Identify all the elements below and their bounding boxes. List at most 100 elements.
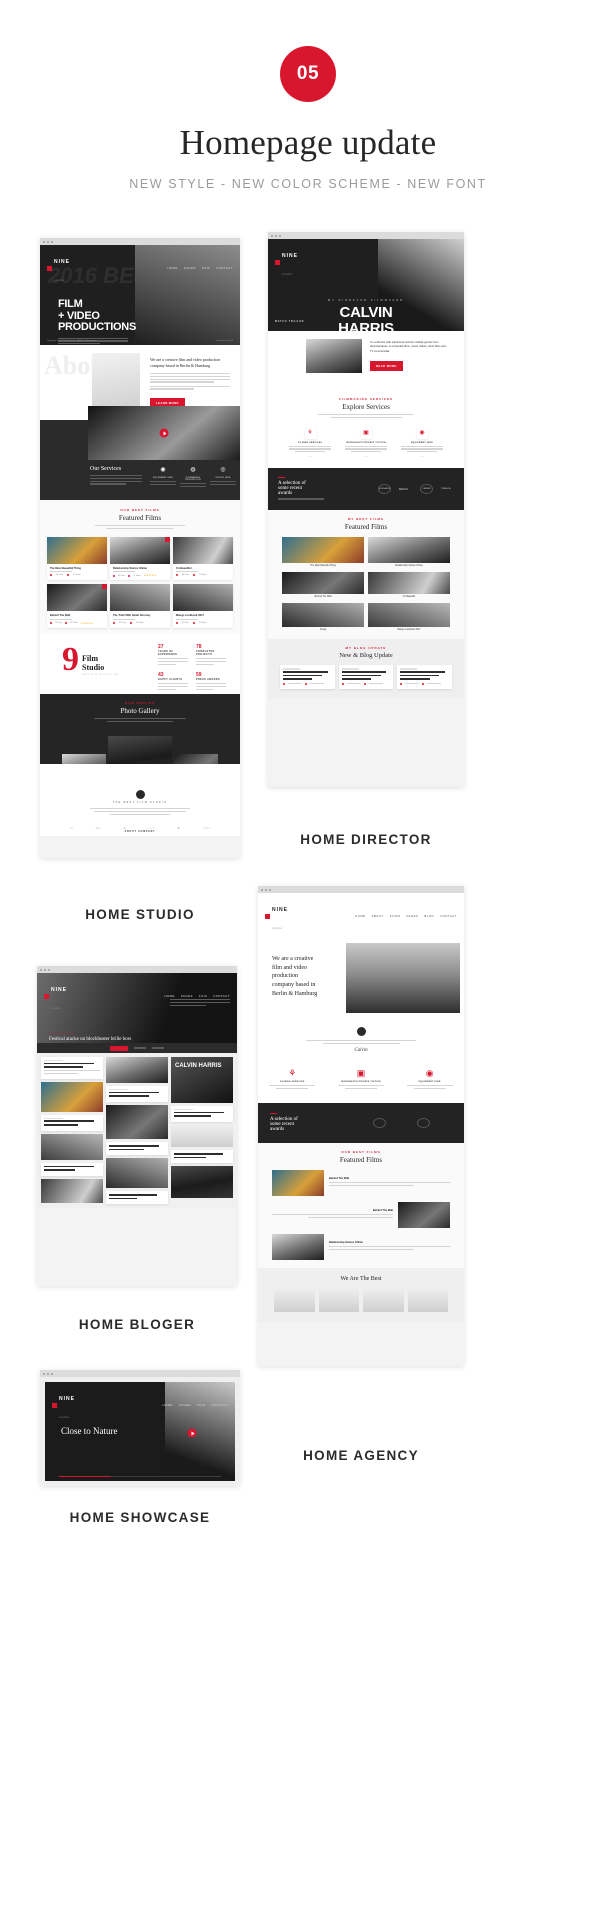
film-card[interactable]: I'm Beautiful 88 Likes 12 Share — [173, 536, 233, 581]
director-intro-button[interactable]: READ MORE — [370, 360, 403, 371]
director-service-item-2[interactable]: ◉ EQUIPMENT HIRE → — [401, 427, 443, 458]
showcase-nav-links[interactable]: HOME PAGES FILM CONTACT — [162, 1403, 228, 1407]
showcase-nav[interactable]: NINE studio HOME PAGES FILM CONTACT — [45, 1382, 235, 1428]
film-card[interactable]: I'm Beautiful — [368, 572, 450, 598]
film-card[interactable]: Behind The Wall — [282, 572, 364, 598]
nav-item-film[interactable]: FILM — [202, 266, 210, 270]
film-shares: 17 Share — [73, 574, 81, 577]
film-card[interactable]: The Most Beautiful Thing 94 Likes 17 Sha… — [47, 536, 107, 581]
nav-item-pages[interactable]: PAGES — [184, 266, 196, 270]
post-card[interactable] — [171, 1106, 233, 1122]
team-member[interactable] — [318, 1287, 359, 1312]
blog-card[interactable] — [280, 665, 335, 689]
nav-item-contact[interactable]: CONTACT — [213, 994, 230, 998]
film-card[interactable]: Relationship Stories Online 56 Likes 27 … — [110, 536, 170, 581]
mockup-home-director[interactable]: NINE studio MY DIRECTOR FILMMAKER CALVIN… — [268, 232, 464, 787]
studio-about-heading: We are a creative film and video product… — [150, 357, 221, 368]
director-service-item-1[interactable]: ▣ WORKSHOPS PRIVATE TUITION → — [345, 427, 387, 458]
nav-item-home[interactable]: HOME — [355, 914, 365, 918]
agency-nav[interactable]: NINE studio HOME ABOUT FILMS PAGES BLOG … — [258, 893, 464, 939]
post-card[interactable] — [41, 1114, 103, 1131]
nav-item-pages[interactable]: PAGES — [179, 1403, 191, 1407]
agency-logo[interactable]: NINE studio — [265, 898, 288, 934]
film-card[interactable]: The Most Beautiful Thing — [282, 537, 364, 567]
mockup-home-studio[interactable]: 2016 BEST OF THE BEST NINE studio HOME P… — [40, 238, 240, 858]
nav-item-pages[interactable]: PAGES — [406, 914, 418, 918]
film-thumb[interactable] — [398, 1201, 450, 1228]
post-photo[interactable] — [106, 1057, 168, 1083]
film-card[interactable]: The Truth With Sarah Attorney 61 Likes 1… — [110, 584, 170, 628]
team-member[interactable] — [274, 1287, 315, 1312]
post-photo[interactable] — [41, 1133, 103, 1160]
agency-service-item-0[interactable]: ⚘ FILMING SERVICES — [269, 1068, 316, 1091]
nav-item-home[interactable]: HOME — [164, 994, 174, 998]
showcase-logo[interactable]: NINE studio — [52, 1387, 75, 1423]
blog-card[interactable] — [338, 665, 394, 689]
post-card[interactable] — [106, 1086, 168, 1102]
nav-item-home[interactable]: HOME — [167, 266, 177, 270]
nav-item-film[interactable]: FILM — [197, 1403, 205, 1407]
studio-nav[interactable]: NINE studio HOME PAGES FILM CONTACT — [40, 245, 240, 291]
post-card[interactable] — [106, 1191, 168, 1205]
director-nav[interactable]: NINE studio — [268, 239, 464, 285]
post-photo[interactable] — [171, 1166, 233, 1199]
blog-card[interactable] — [397, 665, 453, 689]
studio-logo[interactable]: NINE studio — [47, 250, 70, 286]
bloger-tabbar[interactable] — [37, 1043, 237, 1053]
post-card[interactable] — [41, 1162, 103, 1176]
bloger-tab-active[interactable] — [110, 1045, 128, 1051]
stat-item: 78 COMPLETED PROJECTS — [196, 644, 226, 666]
film-card[interactable]: Mango Lookbook 2017 47 Likes 22 Share — [173, 584, 233, 628]
team-member[interactable] — [363, 1287, 404, 1312]
agency-film-row[interactable]: Relationship Stories Online — [272, 1233, 450, 1260]
agency-service-item-2[interactable]: ◉ EQUIPMENT HIRE — [406, 1068, 453, 1091]
studio-quote-button[interactable]: ABOUT COMPANY — [125, 831, 156, 833]
nav-item-pages[interactable]: PAGES — [181, 994, 193, 998]
studio-service-item-2[interactable]: ◎ STUDIO HIRE — [210, 464, 236, 489]
nav-item-about[interactable]: ABOUT — [372, 914, 384, 918]
agency-film-row[interactable]: Behind The Wall — [272, 1169, 450, 1196]
nav-item-film[interactable]: FILM — [199, 994, 207, 998]
post-photo[interactable] — [41, 1178, 103, 1203]
mockup-home-agency[interactable]: NINE studio HOME ABOUT FILMS PAGES BLOG … — [258, 886, 464, 1366]
mockup-home-bloger[interactable]: NINE studio HOME PAGES FILM CONTACT FILM… — [37, 966, 237, 1286]
post-card[interactable] — [41, 1057, 103, 1079]
post-card[interactable] — [171, 1149, 233, 1164]
studio-nav-links[interactable]: HOME PAGES FILM CONTACT — [167, 266, 233, 270]
nav-item-blog[interactable]: BLOG — [424, 914, 434, 918]
nav-item-contact[interactable]: CONTACT — [216, 266, 233, 270]
mockup-home-showcase[interactable]: NINE studio HOME PAGES FILM CONTACT Clos… — [40, 1370, 240, 1486]
studio-service-item-1[interactable]: ◍ FILMMAKING PRODUCTION — [180, 464, 206, 489]
film-thumb[interactable] — [272, 1233, 324, 1260]
director-service-item-0[interactable]: ⚘ FILMING SERVICES → — [289, 427, 331, 458]
director-logo[interactable]: NINE studio — [275, 244, 298, 280]
post-card[interactable] — [106, 1141, 168, 1156]
bloger-logo[interactable]: NINE studio — [44, 978, 67, 1014]
nav-item-contact[interactable]: CONTACT — [211, 1403, 228, 1407]
nav-item-films[interactable]: FILMS — [390, 914, 401, 918]
film-card[interactable]: Relationship Stories Online — [368, 537, 450, 567]
agency-service-item-1[interactable]: ▣ WORKSHOPS PRIVATE TUITION — [337, 1068, 384, 1091]
bloger-nav-links[interactable]: HOME PAGES FILM CONTACT — [164, 994, 230, 998]
film-thumb[interactable] — [272, 1169, 324, 1196]
post-photo[interactable] — [106, 1104, 168, 1139]
studio-service-item-0[interactable]: ◉ EQUIPMENT HIRE — [150, 464, 176, 489]
post-feature-dark[interactable]: CALVIN HARRIS — [171, 1057, 233, 1103]
team-member[interactable] — [407, 1287, 448, 1312]
play-button-icon[interactable] — [159, 428, 169, 438]
nav-item-contact[interactable]: CONTACT — [440, 914, 457, 918]
director-hero-badge[interactable]: WATCH TRAILER — [275, 321, 304, 323]
nav-item-home[interactable]: HOME — [162, 1403, 172, 1407]
post-photo[interactable] — [41, 1081, 103, 1112]
bloger-grid: CALVIN HARRIS — [37, 1053, 237, 1209]
agency-nav-links[interactable]: HOME ABOUT FILMS PAGES BLOG CONTACT — [355, 914, 457, 918]
play-button-icon[interactable] — [187, 1428, 197, 1438]
post-photo[interactable] — [171, 1124, 233, 1147]
film-card[interactable]: Songs — [282, 603, 364, 631]
bloger-nav[interactable]: NINE studio HOME PAGES FILM CONTACT — [37, 973, 237, 1019]
film-card[interactable]: Behind The Wall 72 Likes 31 Share ★★★★★ — [47, 584, 107, 628]
showcase-progress[interactable] — [59, 1476, 221, 1477]
agency-film-row[interactable]: Behind The Wall — [272, 1201, 450, 1228]
post-photo[interactable] — [106, 1158, 168, 1189]
film-card[interactable]: Mango Lookbook 2017 — [368, 603, 450, 631]
